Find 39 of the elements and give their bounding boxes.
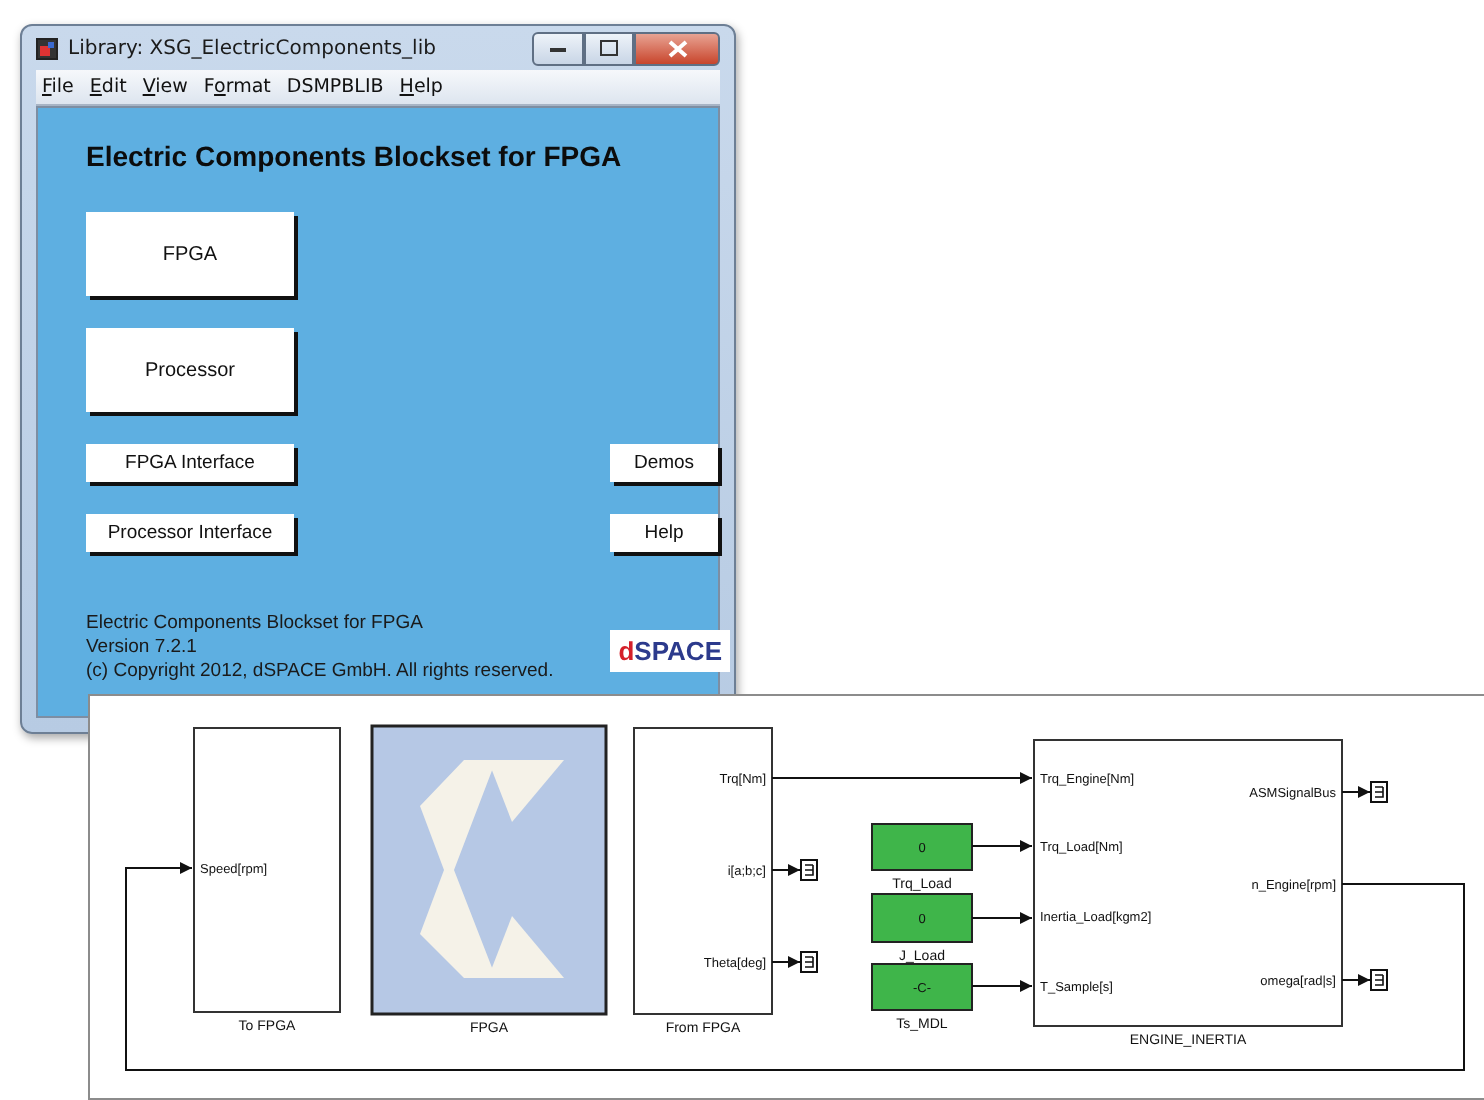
footer-text: (c) Copyright 2012, dSPACE GmbH. All rights reserved. xyxy=(86,660,554,684)
constant-block[interactable] xyxy=(871,823,973,871)
link-button[interactable]: Demos xyxy=(610,444,718,482)
maximize-icon xyxy=(600,40,618,56)
library-heading: Electric Components Blockset for FPGA xyxy=(86,140,624,172)
signal-line xyxy=(971,912,1033,924)
constant-block[interactable] xyxy=(871,893,973,943)
footer-text: Version 7.2.1 xyxy=(86,636,199,660)
subsystem-block[interactable] xyxy=(193,727,341,1013)
chevron-logo-icon xyxy=(420,760,564,978)
menu-item[interactable]: Help xyxy=(399,76,443,98)
close-button[interactable] xyxy=(634,31,720,65)
maximize-button[interactable] xyxy=(584,31,634,65)
app-icon xyxy=(36,37,58,59)
signal-line xyxy=(971,840,1033,852)
subsystem-block[interactable] xyxy=(633,727,773,1015)
close-icon xyxy=(667,39,687,57)
menu-item[interactable]: File xyxy=(42,76,74,98)
block-button[interactable]: Processor Interface xyxy=(86,514,294,552)
block-button[interactable]: FPGA xyxy=(86,212,294,296)
menu-item[interactable]: View xyxy=(142,76,188,98)
terminator-icon xyxy=(771,951,818,973)
window-title: Library: XSG_ElectricComponents_lib xyxy=(68,37,438,59)
terminator-icon xyxy=(1341,781,1388,803)
minimize-button[interactable] xyxy=(532,31,584,65)
block-button[interactable]: FPGA Interface xyxy=(86,444,294,482)
constant-block[interactable] xyxy=(871,963,973,1011)
link-button[interactable]: Help xyxy=(610,514,718,552)
minimize-icon xyxy=(550,45,566,51)
terminator-icon xyxy=(771,859,818,881)
menu-item[interactable]: DSMPBLIB xyxy=(286,76,384,98)
block-button[interactable]: Processor xyxy=(86,328,294,412)
menu-item[interactable]: Edit xyxy=(89,76,127,98)
menu-item[interactable]: Format xyxy=(203,76,271,98)
terminator-icon xyxy=(1341,969,1388,991)
signal-line xyxy=(971,980,1033,992)
company-logo: dSPACE xyxy=(610,630,730,672)
subsystem-block[interactable] xyxy=(1033,739,1343,1027)
footer-text: Electric Components Blockset for FPGA xyxy=(86,612,425,636)
